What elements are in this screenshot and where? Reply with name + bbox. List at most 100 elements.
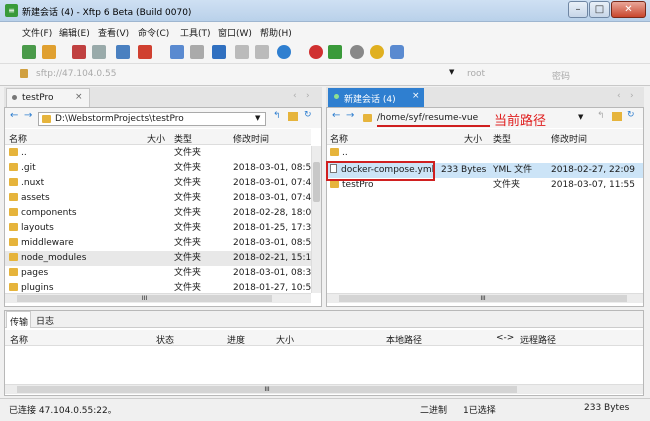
open-folder-icon[interactable] bbox=[42, 45, 56, 59]
file-mtime: 2018-03-01, 07:47 bbox=[233, 193, 311, 203]
tab-testpro[interactable]: testPro × bbox=[6, 88, 90, 107]
local-horizontal-scrollbar[interactable]: III bbox=[5, 293, 311, 303]
tab-scroll-right-icon[interactable]: › bbox=[630, 91, 634, 101]
tab-scroll-right-icon[interactable]: › bbox=[306, 91, 310, 101]
col-local-path[interactable]: 本地路径 bbox=[386, 333, 422, 346]
chevron-down-icon[interactable]: ▼ bbox=[578, 113, 583, 121]
col-type[interactable]: 类型 bbox=[493, 132, 511, 145]
scroll-thumb[interactable]: III bbox=[17, 295, 272, 302]
refresh-icon[interactable]: ↻ bbox=[627, 110, 635, 120]
paste-icon[interactable] bbox=[255, 45, 269, 59]
delete-icon[interactable] bbox=[190, 45, 204, 59]
chevron-down-icon[interactable]: ▼ bbox=[449, 68, 454, 76]
minimize-button[interactable]: – bbox=[568, 1, 588, 18]
menu-view[interactable]: 查看(V) bbox=[98, 26, 129, 39]
scroll-thumb[interactable]: III bbox=[17, 386, 517, 393]
menu-window[interactable]: 窗口(W) bbox=[218, 26, 252, 39]
col-type[interactable]: 类型 bbox=[174, 132, 192, 145]
folder-icon bbox=[42, 115, 51, 123]
new-session-icon[interactable] bbox=[22, 45, 36, 59]
menu-edit[interactable]: 编辑(E) bbox=[59, 26, 90, 39]
help-icon[interactable] bbox=[370, 45, 384, 59]
remote-horizontal-scrollbar[interactable]: III bbox=[327, 293, 643, 303]
menu-file[interactable]: 文件(F) bbox=[22, 26, 52, 39]
file-type: 文件夹 bbox=[174, 283, 202, 293]
list-item[interactable]: .. bbox=[327, 146, 643, 161]
close-window-button[interactable]: ✕ bbox=[611, 1, 646, 18]
tab-new-session[interactable]: 新建会话 (4) × bbox=[328, 88, 424, 107]
col-status[interactable]: 状态 bbox=[156, 333, 174, 346]
col-remote-path[interactable]: 远程路径 bbox=[520, 333, 556, 346]
disconnect-icon[interactable] bbox=[72, 45, 86, 59]
tab-log[interactable]: 日志 bbox=[36, 314, 54, 327]
menu-command[interactable]: 命令(C) bbox=[138, 26, 169, 39]
col-name[interactable]: 名称 bbox=[330, 132, 348, 145]
col-size[interactable]: 大小 bbox=[462, 132, 482, 145]
col-mtime[interactable]: 修改时间 bbox=[551, 132, 587, 145]
copy-icon[interactable] bbox=[235, 45, 249, 59]
list-item[interactable]: .nuxt 文件夹 2018-03-01, 07:48 bbox=[5, 176, 311, 191]
scroll-thumb[interactable] bbox=[313, 162, 320, 202]
tab-transfer[interactable]: 传输 bbox=[6, 311, 31, 328]
local-path-field[interactable]: D:\WebstormProjects\testPro ▼ bbox=[38, 112, 266, 126]
globe-icon[interactable] bbox=[277, 45, 291, 59]
list-item[interactable]: node_modules 文件夹 2018-02-21, 15:18 bbox=[5, 251, 311, 266]
refresh-icon[interactable]: ↻ bbox=[304, 110, 312, 120]
host-field[interactable]: sftp://47.104.0.55 bbox=[36, 69, 456, 79]
tab-scroll-left-icon[interactable]: ‹ bbox=[617, 91, 621, 101]
scroll-thumb[interactable]: III bbox=[339, 295, 627, 302]
folder-icon bbox=[9, 163, 18, 171]
list-item[interactable]: plugins 文件夹 2018-01-27, 10:57 bbox=[5, 281, 311, 293]
new-folder-icon[interactable] bbox=[170, 45, 184, 59]
col-progress[interactable]: 进度 bbox=[227, 333, 245, 346]
close-tab-icon[interactable]: × bbox=[412, 91, 420, 101]
transfer-horizontal-scrollbar[interactable]: III bbox=[5, 384, 643, 394]
col-name[interactable]: 名称 bbox=[10, 333, 28, 346]
back-icon[interactable]: ← bbox=[10, 110, 18, 121]
up-arrow-icon[interactable]: ↰ bbox=[597, 111, 605, 121]
list-item[interactable]: components 文件夹 2018-02-28, 18:01 bbox=[5, 206, 311, 221]
col-size[interactable]: 大小 bbox=[145, 132, 165, 145]
remote-path-field[interactable]: /home/syf/resume-vue ▼ bbox=[360, 112, 590, 126]
status-dot-icon bbox=[12, 95, 17, 100]
back-icon[interactable]: ← bbox=[332, 110, 340, 121]
chat-icon[interactable] bbox=[390, 45, 404, 59]
sync-icon[interactable] bbox=[212, 45, 226, 59]
gear-icon[interactable] bbox=[350, 45, 364, 59]
col-direction[interactable]: <-> bbox=[496, 333, 514, 343]
close-tab-icon[interactable]: × bbox=[75, 92, 83, 102]
properties-icon[interactable] bbox=[116, 45, 130, 59]
list-item[interactable]: .. 文件夹 bbox=[5, 146, 311, 161]
menu-help[interactable]: 帮助(H) bbox=[260, 26, 292, 39]
remote-path-text: /home/syf/resume-vue bbox=[377, 113, 479, 123]
tab-scroll-left-icon[interactable]: ‹ bbox=[293, 91, 297, 101]
forward-icon[interactable]: → bbox=[24, 110, 32, 121]
home-folder-icon[interactable] bbox=[612, 112, 622, 121]
chevron-down-icon[interactable]: ▼ bbox=[255, 114, 260, 122]
terminal-icon[interactable] bbox=[328, 45, 342, 59]
folder-icon bbox=[9, 193, 18, 201]
file-name: pages bbox=[21, 268, 49, 278]
transfer-mode: 二进制 bbox=[420, 406, 448, 416]
menu-tools[interactable]: 工具(T) bbox=[180, 26, 211, 39]
forward-icon[interactable]: → bbox=[346, 110, 354, 121]
folder-icon bbox=[363, 114, 372, 122]
password-field[interactable]: 密码 bbox=[552, 69, 642, 82]
window-title: 新建会话 (4) - Xftp 6 Beta (Build 0070) bbox=[22, 8, 192, 18]
list-item[interactable]: pages 文件夹 2018-03-01, 08:37 bbox=[5, 266, 311, 281]
list-item[interactable]: .git 文件夹 2018-03-01, 08:51 bbox=[5, 161, 311, 176]
col-name[interactable]: 名称 bbox=[9, 132, 27, 145]
col-mtime[interactable]: 修改时间 bbox=[233, 132, 269, 145]
reconnect-icon[interactable] bbox=[92, 45, 106, 59]
xshell-icon[interactable] bbox=[309, 45, 323, 59]
list-item[interactable]: middleware 文件夹 2018-03-01, 08:50 bbox=[5, 236, 311, 251]
up-arrow-icon[interactable]: ↰ bbox=[273, 111, 281, 121]
home-folder-icon[interactable] bbox=[288, 112, 298, 121]
transfer-icon[interactable] bbox=[138, 45, 152, 59]
list-item[interactable]: assets 文件夹 2018-03-01, 07:47 bbox=[5, 191, 311, 206]
username-field[interactable]: root bbox=[467, 69, 537, 79]
maximize-button[interactable]: □ bbox=[589, 1, 610, 18]
col-size[interactable]: 大小 bbox=[276, 333, 294, 346]
local-vertical-scrollbar[interactable] bbox=[311, 146, 321, 293]
list-item[interactable]: layouts 文件夹 2018-01-25, 17:39 bbox=[5, 221, 311, 236]
